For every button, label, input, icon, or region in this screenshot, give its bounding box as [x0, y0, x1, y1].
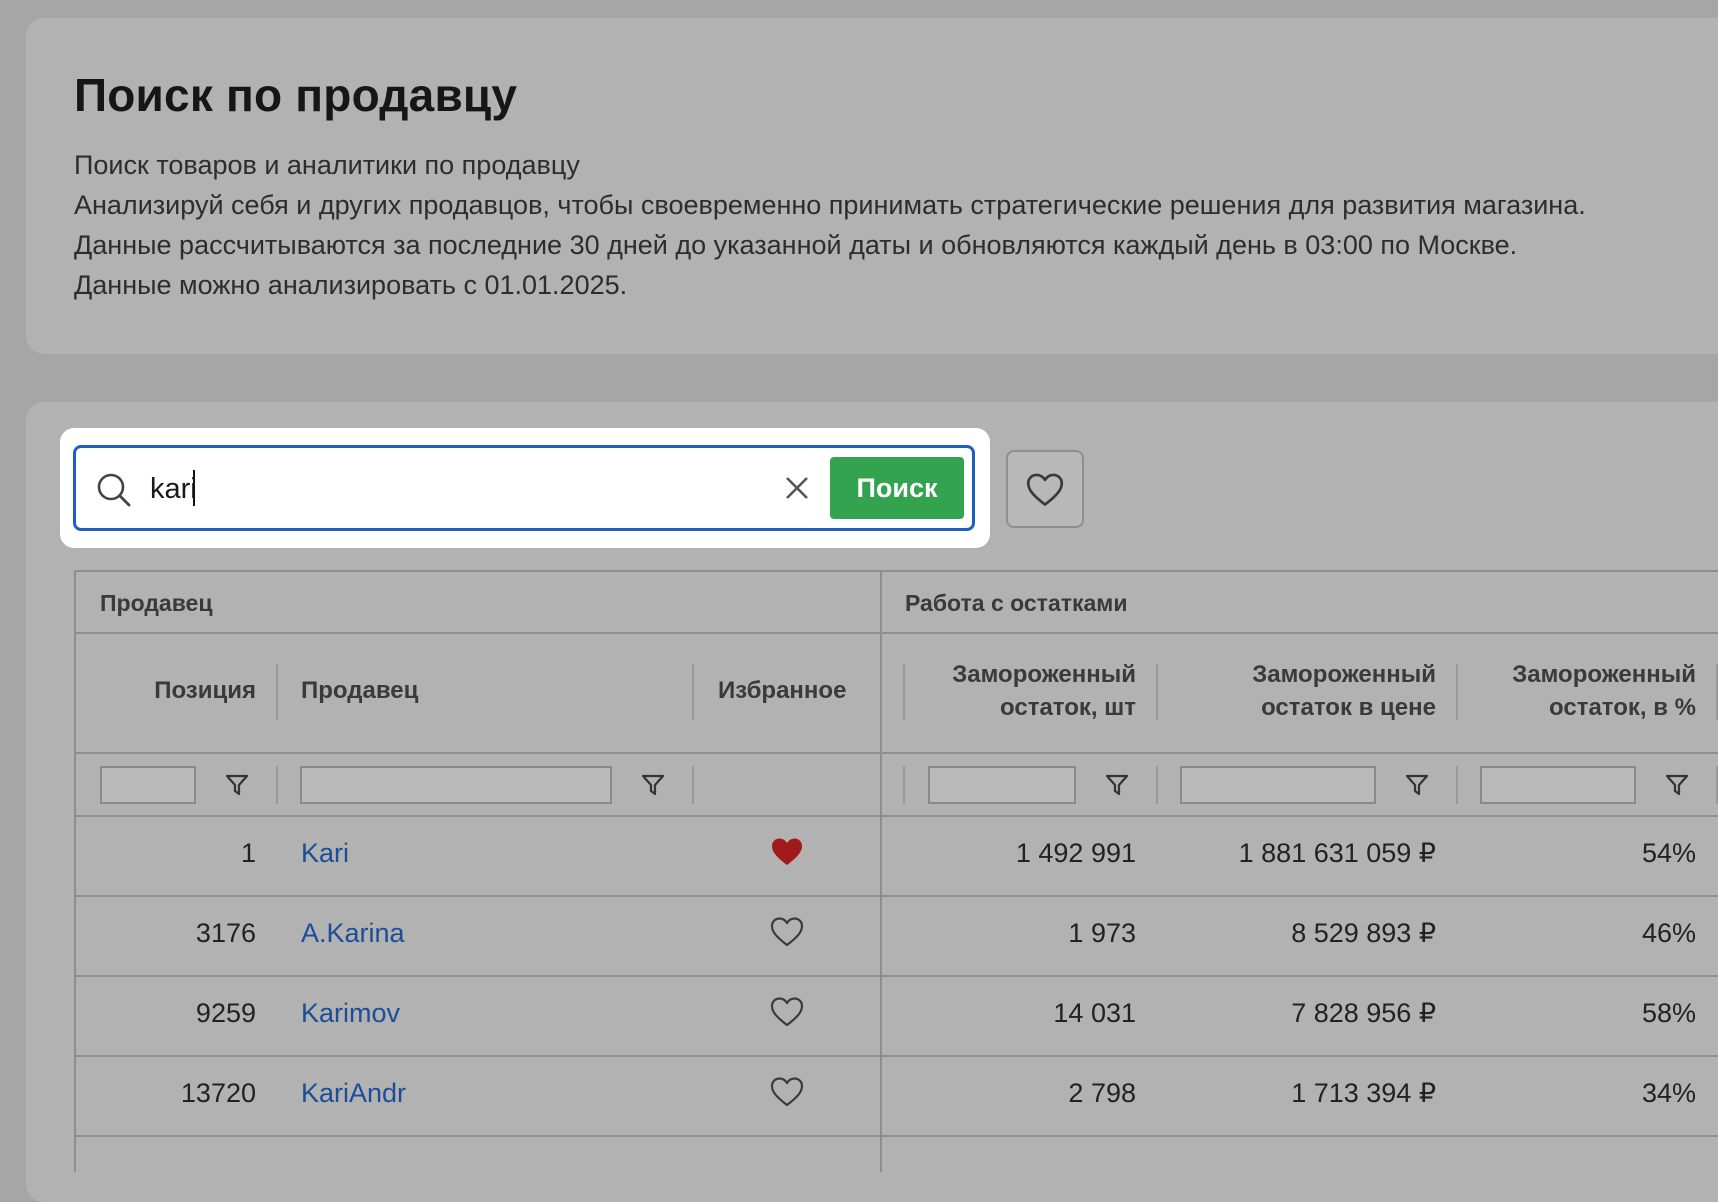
column-header-favorite[interactable]: Избранное	[718, 674, 846, 707]
cell-frozen-pct: 46%	[1641, 918, 1696, 948]
column-header-seller[interactable]: Продавец	[301, 674, 418, 707]
cell-frozen-price: 8 529 893 ₽	[1291, 918, 1436, 948]
cell-frozen-qty: 1 973	[1068, 918, 1136, 948]
sellers-table: Продавец Работа с остатками Позиция Прод…	[74, 570, 1718, 1172]
divider	[76, 1055, 1718, 1057]
cell-position: 13720	[180, 1078, 256, 1108]
seller-link[interactable]: Kari	[301, 838, 349, 869]
filter-frozen-price-input[interactable]	[1180, 766, 1376, 804]
group-header-stock: Работа с остатками	[905, 590, 1128, 616]
heart-outline-icon	[1026, 473, 1064, 506]
column-separator	[1456, 766, 1458, 804]
search-button[interactable]: Поиск	[830, 457, 964, 519]
seller-link[interactable]: KariAndr	[301, 1078, 406, 1109]
cell-frozen-pct: 34%	[1641, 1078, 1696, 1108]
cell-frozen-qty: 2 798	[1068, 1078, 1136, 1108]
group-header-seller: Продавец	[100, 590, 213, 616]
heart-outline-icon[interactable]	[770, 996, 804, 1028]
heart-outline-icon[interactable]	[770, 916, 804, 948]
text-caret	[193, 470, 195, 506]
column-separator	[1456, 664, 1458, 720]
heart-filled-icon[interactable]	[770, 836, 804, 868]
filter-icon[interactable]	[1104, 772, 1130, 798]
column-separator	[903, 664, 905, 720]
divider	[76, 752, 1718, 754]
seller-link[interactable]: A.Karina	[301, 918, 405, 949]
description-line: Данные рассчитываются за последние 30 дн…	[74, 230, 1518, 260]
filter-frozen-qty-input[interactable]	[928, 766, 1076, 804]
seller-link[interactable]: Karimov	[301, 998, 400, 1029]
column-separator	[692, 664, 694, 720]
search-box[interactable]: Поиск	[73, 445, 975, 531]
header-line: Замороженный	[952, 661, 1136, 688]
column-header-position[interactable]: Позиция	[116, 674, 256, 707]
heart-outline-icon[interactable]	[770, 1076, 804, 1108]
header-line: остаток в цене	[1261, 694, 1436, 721]
clear-icon[interactable]	[779, 470, 815, 506]
cell-frozen-qty: 14 031	[1053, 998, 1136, 1028]
divider	[76, 975, 1718, 977]
divider	[76, 815, 1718, 817]
column-header-frozen-price[interactable]: Замороженный остаток в цене	[1166, 658, 1436, 724]
cell-frozen-pct: 54%	[1641, 838, 1696, 868]
header-line: Замороженный	[1512, 661, 1696, 688]
search-icon	[97, 473, 131, 507]
column-separator	[903, 766, 905, 804]
column-separator	[1156, 664, 1158, 720]
column-header-frozen-qty[interactable]: Замороженный остаток, шт	[916, 658, 1136, 724]
page-description: Поиск товаров и аналитики по продавцу Ан…	[74, 145, 1586, 305]
filter-icon[interactable]	[1404, 772, 1430, 798]
cell-frozen-price: 1 713 394 ₽	[1291, 1078, 1436, 1108]
column-separator	[1156, 766, 1158, 804]
filter-icon[interactable]	[224, 772, 250, 798]
column-separator	[276, 766, 278, 804]
group-divider	[880, 572, 882, 1172]
page-title: Поиск по продавцу	[74, 69, 518, 121]
description-line: Анализируй себя и других продавцов, чтоб…	[74, 190, 1586, 220]
header-line: остаток, в %	[1549, 694, 1696, 721]
divider	[76, 632, 1718, 634]
description-line: Данные можно анализировать с 01.01.2025.	[74, 270, 628, 300]
cell-position: 9259	[195, 998, 256, 1028]
column-separator	[692, 766, 694, 804]
header-line: остаток, шт	[1000, 694, 1136, 721]
column-separator	[276, 664, 278, 720]
cell-frozen-price: 7 828 956 ₽	[1291, 998, 1436, 1028]
cell-position: 3176	[195, 918, 256, 948]
header-line: Замороженный	[1252, 661, 1436, 688]
favorites-button[interactable]	[1006, 450, 1084, 528]
filter-icon[interactable]	[640, 772, 666, 798]
description-line: Поиск товаров и аналитики по продавцу	[74, 150, 580, 180]
cell-position: 1	[240, 838, 256, 868]
cell-frozen-qty: 1 492 991	[1015, 838, 1136, 868]
search-input[interactable]	[148, 462, 772, 516]
filter-icon[interactable]	[1664, 772, 1690, 798]
filter-seller-input[interactable]	[300, 766, 612, 804]
cell-frozen-price: 1 881 631 059 ₽	[1238, 838, 1436, 868]
filter-position-input[interactable]	[100, 766, 196, 804]
filter-frozen-pct-input[interactable]	[1480, 766, 1636, 804]
divider	[76, 1135, 1718, 1137]
cell-frozen-pct: 58%	[1641, 998, 1696, 1028]
column-header-frozen-pct[interactable]: Замороженный остаток, в %	[1466, 658, 1696, 724]
divider	[76, 895, 1718, 897]
